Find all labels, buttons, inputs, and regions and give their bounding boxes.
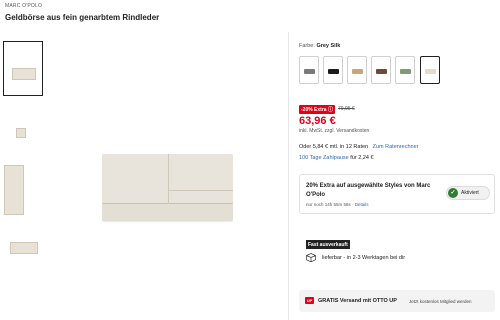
brand-label[interactable]: MARC O'POLO — [5, 3, 42, 9]
promo-details-link[interactable]: Details — [355, 202, 369, 207]
stock-badge: Fast ausverkauft — [306, 240, 350, 249]
installment-row: Oder 5,84 € mtl. in 12 Raten Zum Ratenre… — [299, 144, 418, 150]
old-price: 79,95 € — [338, 106, 355, 112]
vat-note: inkl. MwSt. zzgl. Versandkosten — [299, 128, 370, 134]
delivery-text: lieferbar - in 2-3 Werktagen bei dir — [322, 255, 406, 261]
column-divider — [288, 32, 289, 320]
payment-pause-text: für 2,24 € — [348, 155, 374, 161]
main-product-image[interactable] — [102, 154, 233, 221]
swatch-black[interactable] — [323, 56, 343, 84]
thumbnail-back[interactable] — [3, 219, 43, 274]
payment-pause-link[interactable]: 100 Tage Zahlpause — [299, 155, 349, 161]
wallet-detail-image — [16, 128, 26, 138]
promo-countdown: nur noch 14h 55m 58s · Details — [306, 202, 369, 207]
shipping-text: GRATIS Versand mit OTTO UP — [318, 298, 397, 304]
swatch-grey[interactable] — [299, 56, 319, 84]
swatch-camel[interactable] — [347, 56, 367, 84]
swatch-chip — [328, 69, 339, 74]
promo-title: 20% Extra auf ausgewählte Styles von Mar… — [306, 183, 431, 198]
swatch-green[interactable] — [395, 56, 415, 84]
thumbnail-front[interactable] — [3, 41, 43, 96]
payment-pause-row: 100 Tage Zahlpause für 2,24 € — [299, 155, 374, 161]
countdown-text: nur noch 14h 55m 58s · — [306, 202, 355, 207]
promo-card: 20% Extra auf ausgewählte Styles von Mar… — [299, 174, 495, 214]
current-price: 63,96 € — [299, 115, 336, 127]
promo-activated-button[interactable]: ✓ Aktiviert — [446, 186, 490, 200]
color-selected-name: Grey Silk — [316, 43, 341, 49]
swatch-chip — [352, 69, 363, 74]
thumbnail-side[interactable] — [3, 160, 43, 215]
wallet-back-image — [10, 242, 38, 254]
extra-discount-badge[interactable]: -20% Extra ⓘ — [299, 105, 335, 114]
otto-up-logo-icon: UP — [305, 297, 314, 304]
swatch-chip — [376, 69, 387, 74]
otto-up-banner[interactable]: UP GRATIS Versand mit OTTO UP Jetzt kost… — [299, 290, 495, 312]
check-icon: ✓ — [448, 188, 458, 198]
membership-link[interactable]: Jetzt kostenlos Mitglied werden — [409, 299, 472, 304]
color-label: Farbe: Grey Silk — [299, 43, 340, 49]
swatch-grey-silk[interactable] — [420, 56, 440, 84]
swatch-chip — [425, 69, 436, 74]
product-title: Geldbörse aus fein genarbtem Rindleder — [5, 13, 160, 22]
installment-text: Oder 5,84 € mtl. in 12 Raten — [299, 144, 369, 150]
wallet-tab — [169, 190, 233, 204]
promo-status-label: Aktiviert — [461, 190, 479, 196]
thumbnail-detail[interactable] — [3, 101, 43, 156]
package-icon — [306, 253, 316, 262]
swatch-chip — [400, 69, 411, 74]
wallet-front-image — [12, 68, 36, 80]
swatch-chip — [304, 69, 315, 74]
color-label-prefix: Farbe: — [299, 43, 315, 49]
swatch-brown[interactable] — [371, 56, 391, 84]
wallet-side-image — [4, 165, 24, 215]
installment-calculator-link[interactable]: Zum Ratenrechner — [373, 144, 419, 150]
